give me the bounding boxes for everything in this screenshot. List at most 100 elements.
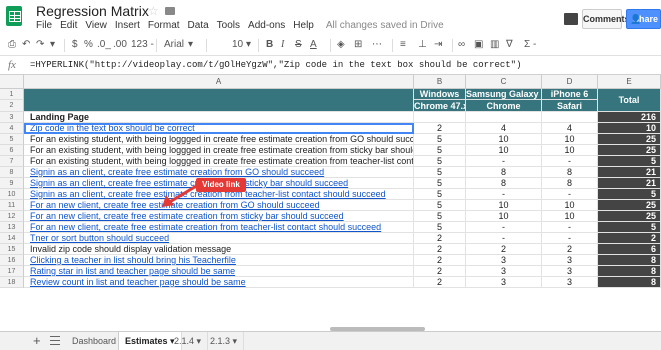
galaxy-count-cell[interactable]: 4 [466,123,542,134]
iphone-count-cell[interactable]: 10 [542,134,598,145]
test-case-cell[interactable]: Signin as an client, create free estimat… [24,167,414,178]
windows-count-cell[interactable]: 2 [414,233,466,244]
windows-count-cell[interactable]: 5 [414,189,466,200]
test-case-cell[interactable]: Rating star in list and teacher page sho… [24,266,414,277]
insert-link-icon[interactable]: ∞ [458,39,465,50]
row-number[interactable]: 17 [0,266,24,277]
windows-count-cell[interactable]: 5 [414,211,466,222]
galaxy-count-cell[interactable]: 3 [466,277,542,288]
borders-icon[interactable]: ⊞ [354,39,362,50]
galaxy-count-cell[interactable]: - [466,156,542,167]
document-title[interactable]: Regression Matrix [36,3,149,19]
redo-icon[interactable]: ↷ [36,39,44,50]
header-galaxy-browser[interactable]: Chrome [466,100,542,112]
folder-icon[interactable] [165,7,175,15]
section-title[interactable]: Landing Page [24,112,414,123]
increase-decimal-button[interactable]: .00 [113,39,127,50]
undo-icon[interactable]: ↶ [22,39,30,50]
cell[interactable] [414,112,466,123]
menu-help[interactable]: Help [293,20,314,31]
galaxy-count-cell[interactable]: 10 [466,200,542,211]
total-cell[interactable]: 25 [598,134,661,145]
font-family-select[interactable]: Arial [164,39,184,50]
header-total[interactable]: Total [598,89,661,112]
total-cell[interactable]: 25 [598,145,661,156]
cell[interactable] [542,112,598,123]
paint-format-icon[interactable]: ▾ [50,39,55,50]
total-cell[interactable]: 6 [598,244,661,255]
test-case-cell[interactable]: Clicking a teacher in list should bring … [24,255,414,266]
column-header-c[interactable]: C [466,75,542,89]
menu-insert[interactable]: Insert [115,20,140,31]
header-windows[interactable]: Windows [414,89,466,100]
filter-icon[interactable]: ∇ [506,39,513,50]
comments-button[interactable]: Comments [582,9,630,29]
test-case-cell[interactable]: Invalid zip code should display validati… [24,244,414,255]
row-number[interactable]: 7 [0,156,24,167]
column-header-a[interactable]: A [24,75,414,89]
galaxy-count-cell[interactable]: - [466,233,542,244]
windows-count-cell[interactable]: 5 [414,145,466,156]
galaxy-count-cell[interactable]: 3 [466,266,542,277]
windows-count-cell[interactable]: 2 [414,266,466,277]
menu-file[interactable]: File [36,20,52,31]
row-number[interactable]: 1 [0,89,24,100]
iphone-count-cell[interactable]: 3 [542,266,598,277]
total-cell[interactable]: 25 [598,211,661,222]
row-number[interactable]: 8 [0,167,24,178]
menu-tools[interactable]: Tools [217,20,240,31]
menu-edit[interactable]: Edit [60,20,77,31]
decrease-decimal-button[interactable]: .0_ [97,39,111,50]
row-number[interactable]: 18 [0,277,24,288]
strikethrough-button[interactable]: S [295,39,302,50]
iphone-count-cell[interactable]: 10 [542,211,598,222]
sheet-tab-2-1-4[interactable]: 2.1.4 ▾ [168,332,209,350]
row-number[interactable]: 2 [0,100,24,112]
sheets-logo-icon[interactable] [6,6,22,26]
galaxy-count-cell[interactable]: 10 [466,134,542,145]
windows-count-cell[interactable]: 2 [414,244,466,255]
iphone-count-cell[interactable]: 8 [542,167,598,178]
all-sheets-icon[interactable] [50,336,60,345]
total-cell[interactable]: 8 [598,277,661,288]
test-case-cell[interactable]: For an new client, create free estimate … [24,222,414,233]
currency-format-button[interactable]: $ [72,39,78,50]
row-number[interactable]: 15 [0,244,24,255]
windows-count-cell[interactable]: 5 [414,156,466,167]
text-wrap-icon[interactable]: ⇥ [434,39,442,50]
comment-icon[interactable] [564,13,578,25]
formula-input[interactable]: =HYPERLINK("http://videoplay.com/t/gOlHe… [30,60,521,70]
test-case-cell[interactable]: For an existing student, with being logg… [24,156,414,167]
row-number[interactable]: 5 [0,134,24,145]
windows-count-cell[interactable]: 5 [414,167,466,178]
iphone-count-cell[interactable]: 8 [542,178,598,189]
row-number[interactable]: 16 [0,255,24,266]
total-cell[interactable]: 21 [598,178,661,189]
font-size-select[interactable]: 10 [232,39,243,50]
row-number[interactable]: 9 [0,178,24,189]
merge-cells-icon[interactable]: ⋯ [372,39,382,50]
iphone-count-cell[interactable]: - [542,189,598,200]
row-number[interactable]: 6 [0,145,24,156]
select-all-corner[interactable] [0,75,24,89]
cell[interactable] [466,112,542,123]
test-case-cell[interactable]: For an existing student, with being logg… [24,145,414,156]
windows-count-cell[interactable]: 2 [414,123,466,134]
star-icon[interactable]: ☆ [148,4,159,18]
chevron-down-icon[interactable]: ▾ [188,39,193,50]
iphone-count-cell[interactable]: 3 [542,255,598,266]
windows-count-cell[interactable]: 5 [414,178,466,189]
vertical-align-icon[interactable]: ⊥ [418,39,427,50]
windows-count-cell[interactable]: 2 [414,277,466,288]
iphone-count-cell[interactable]: - [542,156,598,167]
spreadsheet-grid[interactable]: A B C D E 1 2 Windows Chrome 47.x Samsun… [0,75,661,330]
total-cell[interactable]: 2 [598,233,661,244]
column-header-d[interactable]: D [542,75,598,89]
row-number[interactable]: 13 [0,222,24,233]
header-windows-browser[interactable]: Chrome 47.x [414,100,466,112]
insert-chart-icon[interactable]: ▥ [490,39,499,50]
iphone-count-cell[interactable]: 2 [542,244,598,255]
galaxy-count-cell[interactable]: 3 [466,255,542,266]
section-total[interactable]: 216 [598,112,661,123]
sheet-tab-2-1-3[interactable]: 2.1.3 ▾ [204,332,245,350]
